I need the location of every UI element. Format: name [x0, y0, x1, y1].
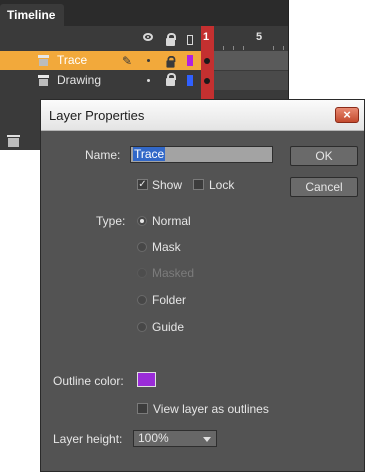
visibility-dot[interactable] — [147, 79, 150, 82]
layer-row-trace[interactable]: Trace ✎ — [0, 51, 201, 70]
type-option-label: Mask — [152, 240, 181, 254]
layer-icon — [38, 75, 49, 86]
name-label: Name: — [85, 148, 121, 162]
outline-color-swatch[interactable] — [137, 372, 156, 387]
type-radio-folder[interactable] — [137, 295, 147, 305]
lock-label: Lock — [209, 178, 235, 192]
layer-outline-swatch[interactable] — [187, 55, 193, 66]
ok-button[interactable]: OK — [290, 146, 358, 166]
layer-height-select[interactable]: 100% — [133, 430, 217, 447]
type-option-label: Guide — [152, 320, 185, 334]
frames-row[interactable] — [214, 51, 288, 70]
outline-icon[interactable] — [187, 35, 193, 45]
keyframe[interactable] — [204, 78, 210, 84]
frame-number: 5 — [256, 31, 263, 43]
layer-name: Drawing — [57, 73, 102, 87]
new-layer-icon[interactable] — [7, 135, 20, 147]
close-button[interactable]: × — [335, 107, 359, 123]
type-option-label: Masked — [152, 266, 195, 280]
layer-outline-swatch[interactable] — [187, 75, 193, 86]
type-radio-mask[interactable] — [137, 242, 147, 252]
dialog-title: Layer Properties — [49, 108, 145, 123]
layer-name: Trace — [57, 53, 88, 67]
tab-timeline[interactable]: Timeline — [0, 4, 64, 26]
pencil-icon: ✎ — [122, 54, 133, 68]
type-option-label: Folder — [152, 293, 187, 307]
layer-icon — [38, 55, 49, 66]
type-radio-guide[interactable] — [137, 322, 147, 332]
layer-properties-dialog: Layer Properties × Name: Trace OK Cancel… — [40, 99, 365, 472]
frame-tick — [243, 46, 244, 50]
type-option-label: Normal — [152, 214, 191, 228]
name-input[interactable]: Trace — [130, 146, 273, 163]
view-outlines-checkbox[interactable] — [137, 403, 148, 414]
frame-tick — [273, 46, 274, 50]
frames-row[interactable] — [214, 71, 288, 90]
frame-tick — [233, 46, 234, 50]
frame-tick — [223, 46, 224, 50]
frame-tick — [283, 46, 284, 50]
cancel-button[interactable]: Cancel — [290, 177, 358, 197]
lock-state-dot[interactable] — [166, 55, 176, 68]
type-radio-masked — [137, 268, 147, 278]
show-label: Show — [152, 178, 183, 192]
dialog-titlebar[interactable]: Layer Properties × — [41, 100, 364, 131]
timeline-header — [0, 26, 288, 51]
type-label: Type: — [96, 214, 126, 228]
type-radio-normal[interactable] — [137, 216, 147, 226]
timeline-tab-bar: Timeline — [0, 0, 288, 26]
eye-icon[interactable] — [143, 33, 153, 41]
chevron-down-icon — [203, 437, 211, 442]
outline-color-label: Outline color: — [53, 374, 124, 388]
name-input-value: Trace — [133, 147, 166, 161]
keyframe[interactable] — [204, 58, 210, 64]
show-checkbox[interactable]: ✓ — [137, 179, 148, 190]
frame-number: 1 — [203, 31, 210, 43]
visibility-dot[interactable] — [147, 59, 150, 62]
layer-height-label: Layer height: — [53, 432, 123, 446]
layer-height-value: 100% — [138, 431, 169, 445]
lock-checkbox[interactable] — [193, 179, 204, 190]
layer-row-drawing[interactable]: Drawing — [0, 71, 201, 90]
view-outlines-label: View layer as outlines — [153, 402, 269, 416]
lock-icon[interactable] — [166, 73, 176, 86]
lock-icon[interactable] — [166, 33, 176, 46]
